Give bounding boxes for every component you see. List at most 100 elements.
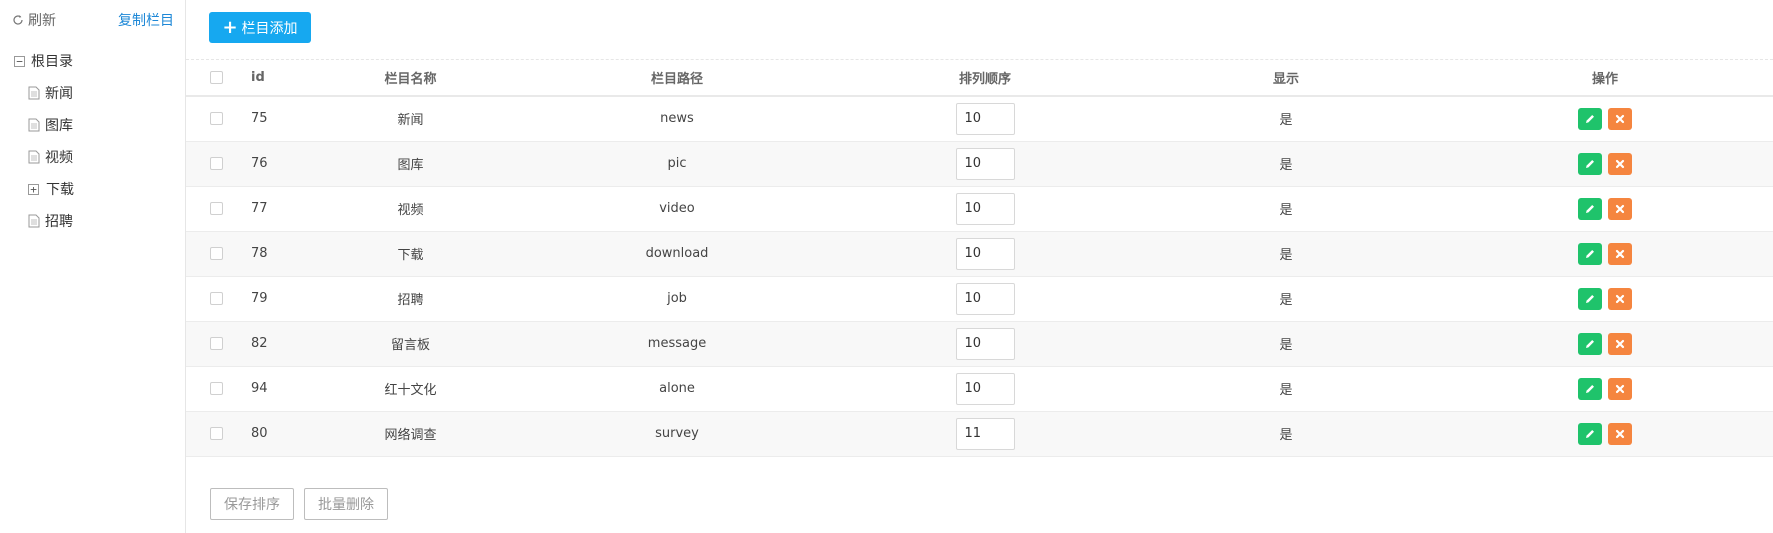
header-display: 显示 <box>1272 72 1299 87</box>
order-input[interactable] <box>955 147 1015 180</box>
header-checkbox-cell <box>186 60 247 96</box>
row-actions <box>1437 141 1773 186</box>
close-icon <box>1615 384 1625 393</box>
header-id: id <box>251 70 265 85</box>
row-path: download <box>645 246 709 261</box>
edit-button[interactable] <box>1577 332 1602 355</box>
row-checkbox[interactable] <box>210 157 223 170</box>
main-content: + 栏目添加 id 栏目名称 栏目路径 排列顺序 显示 操作 75 新闻 new… <box>186 0 1773 533</box>
pencil-icon <box>1585 114 1594 123</box>
header-order: 排列顺序 <box>958 72 1011 87</box>
delete-button[interactable] <box>1608 287 1633 310</box>
delete-button[interactable] <box>1608 197 1633 220</box>
row-name: 留言板 <box>390 338 430 353</box>
save-order-button[interactable]: 保存排序 <box>210 488 294 520</box>
row-checkbox[interactable] <box>210 337 223 350</box>
order-input[interactable] <box>955 417 1015 450</box>
row-actions <box>1437 411 1773 456</box>
delete-button[interactable] <box>1608 242 1633 265</box>
tree-root[interactable]: − 根目录 <box>14 50 74 72</box>
row-id: 77 <box>251 201 268 216</box>
pencil-icon <box>1585 204 1594 213</box>
row-name: 新闻 <box>397 113 424 129</box>
order-input[interactable] <box>955 192 1015 225</box>
select-all-checkbox[interactable] <box>210 71 223 84</box>
tree-root-label: 根目录 <box>31 54 73 70</box>
expand-plus-icon[interactable]: + <box>28 183 39 195</box>
doc-icon <box>28 214 40 228</box>
footer-buttons: 保存排序 批量删除 <box>210 488 388 520</box>
delete-button[interactable] <box>1608 377 1633 400</box>
row-id: 82 <box>251 336 268 351</box>
tree-item-jobs[interactable]: 招聘 <box>28 210 74 232</box>
tree-item-gallery[interactable]: 图库 <box>28 114 74 136</box>
delete-button[interactable] <box>1608 422 1633 445</box>
order-input[interactable] <box>955 327 1015 360</box>
row-checkbox[interactable] <box>210 247 223 260</box>
tree-item-video[interactable]: 视频 <box>28 146 74 168</box>
doc-icon <box>28 118 40 132</box>
refresh-link[interactable]: 刷新 <box>12 10 56 30</box>
header-path: 栏目路径 <box>650 72 703 87</box>
delete-button[interactable] <box>1608 107 1633 130</box>
edit-button[interactable] <box>1577 242 1602 265</box>
row-checkbox[interactable] <box>210 427 223 440</box>
row-path: survey <box>655 426 699 441</box>
row-display: 是 <box>1279 293 1293 308</box>
row-actions <box>1437 186 1773 231</box>
row-name: 招聘 <box>397 293 424 308</box>
doc-icon <box>28 150 40 164</box>
close-icon <box>1615 339 1625 348</box>
edit-button[interactable] <box>1577 377 1602 400</box>
collapse-minus-icon[interactable]: − <box>14 55 25 67</box>
delete-button[interactable] <box>1608 332 1633 355</box>
row-actions <box>1437 321 1773 366</box>
tree-item-news[interactable]: 新闻 <box>28 82 74 104</box>
row-name: 图库 <box>397 158 424 173</box>
row-name: 视频 <box>397 203 424 218</box>
sidebar: 刷新 复制栏目 − 根目录 新闻 图库 视频 + 下载 招聘 <box>0 0 186 533</box>
edit-button[interactable] <box>1577 422 1602 445</box>
category-table: id 栏目名称 栏目路径 排列顺序 显示 操作 75 新闻 news 10 是 … <box>186 60 1773 457</box>
row-checkbox[interactable] <box>210 382 223 395</box>
table-row: 79 招聘 job 是 <box>186 276 1773 321</box>
edit-button[interactable] <box>1577 152 1602 175</box>
category-table-container: id 栏目名称 栏目路径 排列顺序 显示 操作 75 新闻 news 10 是 … <box>186 59 1773 457</box>
edit-button[interactable] <box>1577 287 1602 310</box>
row-actions <box>1437 231 1773 276</box>
delete-button[interactable] <box>1608 152 1633 175</box>
edit-button[interactable] <box>1577 107 1602 130</box>
tree-item-label: 视频 <box>45 150 73 166</box>
doc-icon <box>28 86 40 100</box>
pencil-icon <box>1585 384 1594 393</box>
order-input[interactable] <box>955 372 1015 405</box>
order-input[interactable] <box>955 282 1015 315</box>
row-checkbox[interactable] <box>210 112 223 126</box>
row-checkbox[interactable] <box>210 292 223 305</box>
close-icon <box>1615 114 1625 123</box>
order-input[interactable] <box>955 102 1015 135</box>
table-row: 76 图库 pic 是 <box>186 141 1773 186</box>
row-display: 是 <box>1279 203 1293 218</box>
table-row: 94 红十文化 alone 是 <box>186 366 1773 411</box>
close-icon <box>1615 204 1625 213</box>
order-input[interactable] <box>955 237 1015 270</box>
row-display: 是 <box>1279 113 1293 129</box>
row-checkbox[interactable] <box>210 202 223 215</box>
row-id: 79 <box>251 291 268 306</box>
batch-delete-button[interactable]: 批量删除 <box>304 488 388 520</box>
copy-category-link[interactable]: 复制栏目 <box>118 10 174 30</box>
tree-item-label: 招聘 <box>45 214 73 230</box>
table-row: 80 网络调查 survey 是 <box>186 411 1773 456</box>
tree-item-download[interactable]: + 下载 <box>28 178 74 200</box>
edit-button[interactable] <box>1577 197 1602 220</box>
close-icon <box>1615 429 1625 438</box>
row-actions <box>1437 96 1773 141</box>
row-actions <box>1437 276 1773 321</box>
table-row: 77 视频 video 是 <box>186 186 1773 231</box>
header-name: 栏目名称 <box>384 72 437 87</box>
row-display: 是 <box>1279 248 1293 263</box>
close-icon <box>1615 159 1625 168</box>
app-window: 刷新 复制栏目 − 根目录 新闻 图库 视频 + 下载 招聘 + 栏目添加 id… <box>0 0 1773 533</box>
add-category-button[interactable]: + 栏目添加 <box>209 12 311 43</box>
